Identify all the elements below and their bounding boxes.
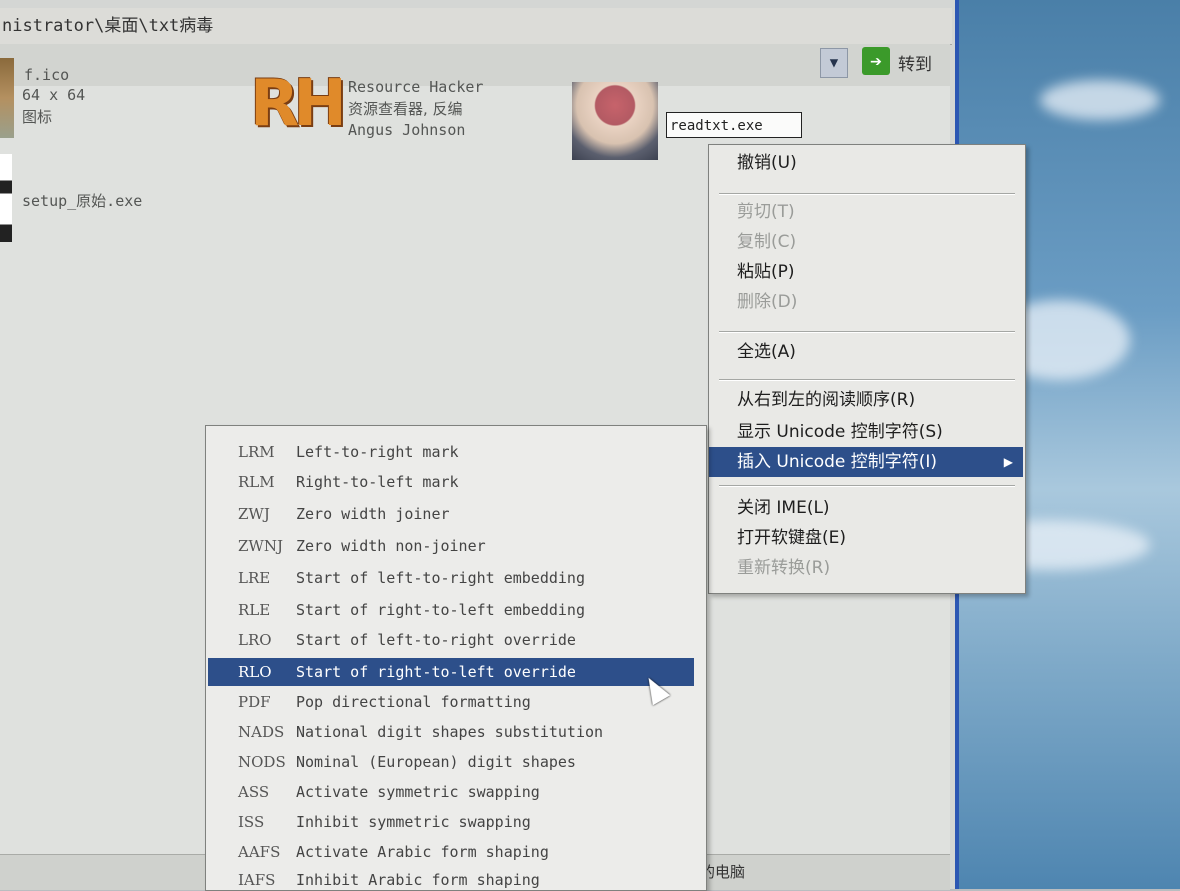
control-description: Activate symmetric swapping xyxy=(296,783,540,801)
window-title: nistrator\桌面\txt病毒 xyxy=(0,8,952,45)
control-description: Start of right-to-left embedding xyxy=(296,601,585,619)
menu-item-cut[interactable]: 剪切(T) xyxy=(709,197,1023,227)
exe-file-icon[interactable] xyxy=(572,82,658,160)
control-description: Inhibit symmetric swapping xyxy=(296,813,531,831)
control-description: Left-to-right mark xyxy=(296,443,459,461)
menu-item-label: 插入 Unicode 控制字符(I) xyxy=(737,452,938,472)
control-description: National digit shapes substitution xyxy=(296,723,604,741)
submenu-item-rlo[interactable]: RLO Start of right-to-left override xyxy=(208,658,694,686)
submenu-arrow-icon: ▶ xyxy=(1003,455,1013,469)
goto-button[interactable]: 转到 xyxy=(898,50,932,75)
control-description: Start of left-to-right embedding xyxy=(296,569,585,587)
menu-item-rtl-reading[interactable]: 从右到左的阅读顺序(R) xyxy=(709,385,1023,415)
control-code: RLM xyxy=(238,473,275,491)
submenu-item-ass[interactable]: ASS Activate symmetric swapping xyxy=(208,778,694,806)
submenu-item-aafs[interactable]: AAFS Activate Arabic form shaping xyxy=(208,838,694,866)
file-name[interactable]: Resource Hacker xyxy=(348,78,483,96)
submenu-item-zwj[interactable]: ZWJ Zero width joiner xyxy=(208,500,694,528)
menu-item-reconvert[interactable]: 重新转换(R) xyxy=(709,553,1023,583)
control-description: Right-to-left mark xyxy=(296,473,459,491)
file-name[interactable]: setup_原始.exe xyxy=(22,190,142,211)
submenu-item-lrm[interactable]: LRM Left-to-right mark xyxy=(208,438,694,466)
control-description: Start of left-to-right override xyxy=(296,631,576,649)
control-code: NADS xyxy=(238,723,285,741)
control-code: ZWNJ xyxy=(238,537,283,555)
ico-file-icon[interactable] xyxy=(0,58,14,138)
menu-item-undo[interactable]: 撤销(U) xyxy=(709,148,1023,178)
menu-separator xyxy=(719,379,1015,381)
submenu-item-iafs[interactable]: IAFS Inhibit Arabic form shaping xyxy=(208,866,694,890)
submenu-item-rlm[interactable]: RLM Right-to-left mark xyxy=(208,468,694,496)
control-code: ISS xyxy=(238,813,265,831)
file-description: 资源查看器, 反编 xyxy=(348,100,463,118)
submenu-item-iss[interactable]: ISS Inhibit symmetric swapping xyxy=(208,808,694,836)
control-code: ZWJ xyxy=(238,505,270,523)
menu-separator xyxy=(719,193,1015,195)
control-description: Zero width joiner xyxy=(296,505,450,523)
menu-item-copy[interactable]: 复制(C) xyxy=(709,227,1023,257)
control-code: RLE xyxy=(238,601,271,619)
control-description: Activate Arabic form shaping xyxy=(296,843,549,861)
menu-separator xyxy=(719,485,1015,487)
control-code: ASS xyxy=(238,783,270,801)
file-company: Angus Johnson xyxy=(348,121,466,139)
submenu-item-lro[interactable]: LRO Start of left-to-right override xyxy=(208,626,694,654)
submenu-item-zwnj[interactable]: ZWNJ Zero width non-joiner xyxy=(208,532,694,560)
setup-file-icon[interactable] xyxy=(0,154,12,242)
control-code: LRM xyxy=(238,443,275,461)
control-code: PDF xyxy=(238,693,271,711)
submenu-item-nads[interactable]: NADS National digit shapes substitution xyxy=(208,718,694,746)
control-description: Start of right-to-left override xyxy=(296,663,576,681)
menu-item-show-unicode[interactable]: 显示 Unicode 控制字符(S) xyxy=(709,417,1023,447)
menu-separator xyxy=(719,331,1015,333)
control-description: Nominal (European) digit shapes xyxy=(296,753,576,771)
menu-item-paste[interactable]: 粘贴(P) xyxy=(709,257,1023,287)
submenu-item-pdf[interactable]: PDF Pop directional formatting xyxy=(208,688,694,716)
control-description: Pop directional formatting xyxy=(296,693,531,711)
unicode-control-submenu: LRM Left-to-right mark RLM Right-to-left m… xyxy=(205,425,707,891)
submenu-item-nods[interactable]: NODS Nominal (European) digit shapes xyxy=(208,748,694,776)
control-code: LRO xyxy=(238,631,272,649)
resource-hacker-icon[interactable]: RH xyxy=(250,66,347,142)
rename-input[interactable]: readtxt.exe xyxy=(666,112,802,138)
menu-item-insert-unicode[interactable]: 插入 Unicode 控制字符(I) ▶ xyxy=(709,447,1023,477)
control-code: NODS xyxy=(238,753,286,771)
menu-item-soft-keyboard[interactable]: 打开软键盘(E) xyxy=(709,523,1023,553)
menu-item-close-ime[interactable]: 关闭 IME(L) xyxy=(709,493,1023,523)
menu-item-select-all[interactable]: 全选(A) xyxy=(709,337,1023,367)
control-code: AAFS xyxy=(238,843,281,861)
control-description: Zero width non-joiner xyxy=(296,537,486,555)
control-code: RLO xyxy=(238,663,272,681)
context-menu: 撤销(U) 剪切(T) 复制(C) 粘贴(P) 删除(D) 全选(A) 从右到左… xyxy=(708,144,1026,594)
submenu-item-rle[interactable]: RLE Start of right-to-left embedding xyxy=(208,596,694,624)
control-code: LRE xyxy=(238,569,271,587)
arrow-right-icon[interactable]: ➔ xyxy=(862,47,890,75)
submenu-item-lre[interactable]: LRE Start of left-to-right embedding xyxy=(208,564,694,592)
file-name[interactable]: f.ico xyxy=(24,66,69,84)
file-type: 图标 xyxy=(22,108,53,126)
file-info: 64 x 64 xyxy=(22,86,86,104)
chevron-down-icon[interactable]: ▼ xyxy=(820,48,848,78)
control-description: Inhibit Arabic form shaping xyxy=(296,871,540,889)
menu-item-delete[interactable]: 删除(D) xyxy=(709,287,1023,317)
control-code: IAFS xyxy=(238,871,276,889)
